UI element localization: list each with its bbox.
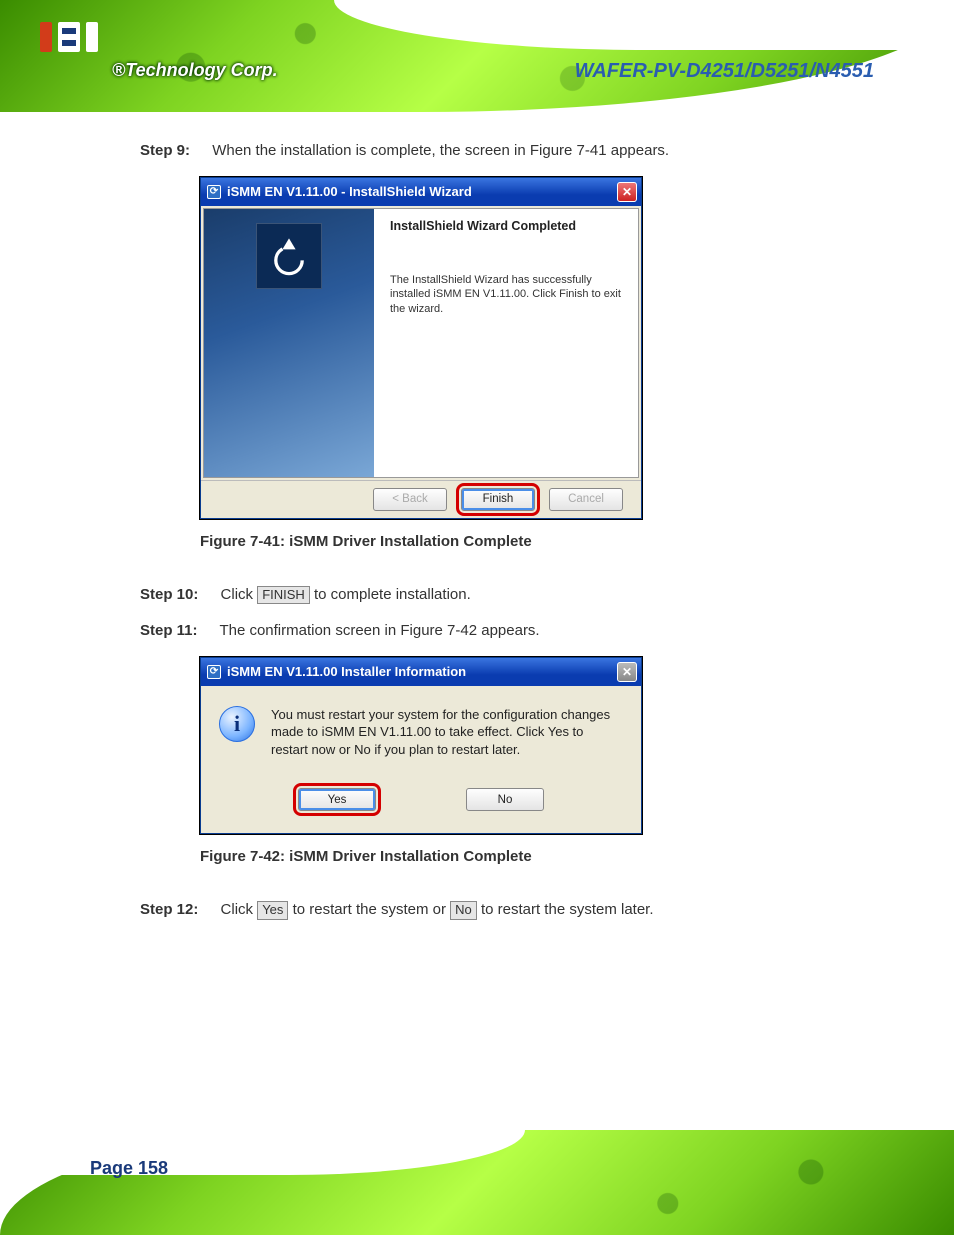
step-12-after: to restart the system later. [481,901,654,918]
step-9-num: Step 9: [140,142,190,159]
figure-7-41-caption: Figure 7-41: iSMM Driver Installation Co… [200,533,854,550]
top-banner: ®Technology Corp. WAFER-PV-D4251/D5251/N… [0,0,954,112]
inline-yes-button: Yes [257,901,288,920]
step-12: Step 12: Click Yes to restart the system… [140,899,854,922]
page-content: Step 9: When the installation is complet… [0,130,954,1115]
step-11-text: The confirmation screen in Figure 7-42 a… [219,622,539,639]
step-10-num: Step 10: [140,586,198,603]
step-10-before: Click [221,586,258,603]
back-button: < Back [373,488,447,511]
document-title: WAFER-PV-D4251/D5251/N4551 [575,60,874,83]
wizard-paragraph: The InstallShield Wizard has successfull… [390,273,622,318]
wizard-content: InstallShield Wizard Completed The Insta… [374,209,638,477]
window-title: iSMM EN V1.11.00 - InstallShield Wizard [227,184,472,199]
finish-button[interactable]: Finish [461,488,535,511]
installer-icon: ⟳ [207,665,221,679]
inline-no-button: No [450,901,477,920]
installshield-badge-icon [256,223,322,289]
installer-icon: ⟳ [207,185,221,199]
wizard-sidebar-image [204,209,374,477]
close-icon[interactable]: ✕ [617,182,637,202]
page-number: Page 158 [90,1158,168,1179]
logo-tagline: ®Technology Corp. [112,60,278,81]
step-12-num: Step 12: [140,901,198,918]
wizard-body: InstallShield Wizard Completed The Insta… [203,208,639,478]
info-icon: i [219,706,255,742]
step-10: Step 10: Click FINISH to complete instal… [140,584,854,607]
cancel-button: Cancel [549,488,623,511]
step-12-mid: to restart the system or [293,901,451,918]
wizard-footer: < Back Finish Cancel [201,480,641,518]
restart-dialog: ⟳ iSMM EN V1.11.00 Installer Information… [200,657,642,835]
step-10-after: to complete installation. [314,586,471,603]
dialog-body: i You must restart your system for the c… [201,686,641,834]
step-11-num: Step 11: [140,622,198,639]
close-icon: ✕ [617,662,637,682]
yes-button[interactable]: Yes [298,788,376,811]
no-button[interactable]: No [466,788,544,811]
window-title: iSMM EN V1.11.00 Installer Information [227,664,466,679]
dialog-message: You must restart your system for the con… [271,706,623,759]
inline-finish-button: FINISH [257,586,310,605]
wizard-heading: InstallShield Wizard Completed [390,219,622,233]
dialog-buttons: Yes No [219,788,623,811]
step-12-before: Click [221,901,258,918]
bottom-banner: Page 158 [0,1130,954,1235]
titlebar: ⟳ iSMM EN V1.11.00 - InstallShield Wizar… [201,178,641,206]
iei-logo [40,22,98,52]
figure-7-42-caption: Figure 7-42: iSMM Driver Installation Co… [200,848,854,865]
step-9-text: When the installation is complete, the s… [212,142,669,159]
step-11: Step 11: The confirmation screen in Figu… [140,620,854,643]
step-9: Step 9: When the installation is complet… [140,140,854,163]
titlebar: ⟳ iSMM EN V1.11.00 Installer Information… [201,658,641,686]
installshield-window: ⟳ iSMM EN V1.11.00 - InstallShield Wizar… [200,177,642,519]
